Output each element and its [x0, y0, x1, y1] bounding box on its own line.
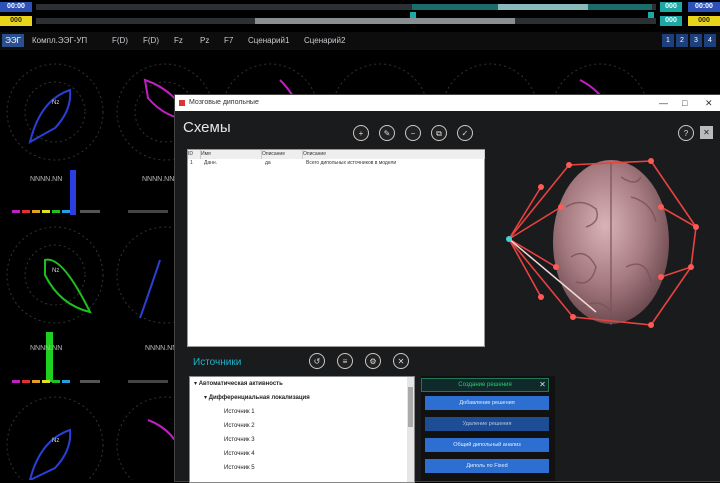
timeline-selection-2[interactable]: [255, 18, 515, 24]
delete-solution-button[interactable]: Удаление решения: [425, 417, 549, 431]
app-icon: [179, 100, 185, 106]
window-control-3[interactable]: 3: [690, 34, 702, 47]
reference-electrode: [506, 236, 512, 242]
tab-fd-1[interactable]: F(D): [112, 35, 128, 47]
value-label-1: NNNN.NN: [30, 176, 63, 183]
back-icon[interactable]: ↺: [309, 353, 325, 369]
sample-start-tag: 000: [0, 16, 32, 26]
tab-fz[interactable]: Fz: [174, 35, 183, 47]
dialog-heading: Схемы: [183, 119, 231, 136]
close-window-button[interactable]: ✕: [705, 95, 713, 111]
table-cell: да: [265, 160, 271, 166]
table-cell: 1: [190, 160, 193, 166]
tree-node-group[interactable]: ▾ Дифференциальная локализация: [204, 394, 310, 402]
dipole-dialog: Мозговые дипольные — □ ✕ Схемы + ✎ − ⧉ ✓…: [174, 94, 720, 483]
mid-tag-1: 000: [660, 2, 682, 12]
indicator-bar-blue: [70, 170, 76, 215]
table-header-name[interactable]: Имя: [201, 150, 262, 159]
settings-icon[interactable]: ⚙: [365, 353, 381, 369]
list-icon[interactable]: ≡: [337, 353, 353, 369]
help-icon[interactable]: ?: [678, 125, 694, 141]
table-cell: Всего дипольных источников в модели: [306, 160, 397, 166]
tree-scrollbar[interactable]: [407, 377, 414, 482]
color-scale-strip-2: [12, 380, 168, 383]
tab-fd-2[interactable]: F(D): [143, 35, 159, 47]
window-control-2[interactable]: 2: [676, 34, 688, 47]
polar-shape-4: [139, 259, 161, 319]
table-header-description[interactable]: Описание: [303, 150, 485, 159]
tree-node-source-5[interactable]: Источник 5: [224, 464, 255, 472]
tab-f7[interactable]: F7: [224, 35, 233, 47]
tab-pz[interactable]: Pz: [200, 35, 209, 47]
sample-end-tag: 000: [688, 16, 720, 26]
tab-scenario-2[interactable]: Сценарий2: [304, 35, 345, 47]
general-dipole-analysis-button[interactable]: Общий дипольный анализ: [425, 438, 549, 452]
edit-icon[interactable]: ✎: [379, 125, 395, 141]
table-header-flag[interactable]: Описание: [262, 150, 303, 159]
timeline-marker-left[interactable]: [410, 12, 416, 18]
minus-icon[interactable]: −: [405, 125, 421, 141]
time-end-tag: 00:00: [688, 2, 720, 12]
window-control-1[interactable]: 1: [662, 34, 674, 47]
close-icon[interactable]: ✕: [700, 126, 713, 139]
table-cell: Данн.: [204, 160, 218, 166]
sources-tree: ▾ Автоматическая активность ▾ Дифференци…: [189, 376, 415, 483]
add-icon[interactable]: +: [353, 125, 369, 141]
center-marker-2: Nz: [52, 268, 60, 274]
tree-node-source-4[interactable]: Источник 4: [224, 450, 255, 458]
indicator-bar-green: [46, 332, 53, 382]
value-label-2: NNNN.NN: [142, 176, 175, 183]
time-start-tag: 00:00: [0, 2, 32, 12]
schemes-table: ID Имя Описание Описание 1 Данн. да Всег…: [187, 149, 485, 347]
center-marker-3: Nz: [52, 438, 60, 444]
polar-shape-1: [28, 88, 72, 144]
sources-heading: Источники: [193, 357, 242, 368]
tab-scenario-1[interactable]: Сценарий1: [248, 35, 289, 47]
check-icon[interactable]: ✓: [457, 125, 473, 141]
mid-tag-2: 000: [660, 16, 682, 26]
tree-node-source-2[interactable]: Источник 2: [224, 422, 255, 430]
tree-node-root[interactable]: ▾ Автоматическая активность: [194, 380, 283, 388]
solution-panel-heading: Создание решения: [421, 378, 549, 392]
value-label-4: NNNN.NN: [145, 345, 178, 352]
minimize-button[interactable]: —: [659, 95, 668, 111]
tree-node-source-3[interactable]: Источник 3: [224, 436, 255, 444]
timeline-marker-right[interactable]: [648, 12, 654, 18]
clear-icon[interactable]: ✕: [393, 353, 409, 369]
timeline-highlight: [498, 4, 588, 10]
dialog-window-title: Мозговые дипольные: [189, 99, 259, 106]
copy-icon[interactable]: ⧉: [431, 125, 447, 141]
center-marker-1: Nz: [52, 100, 60, 106]
window-control-4[interactable]: 4: [704, 34, 716, 47]
polar-shape-5: [28, 428, 72, 480]
value-label-3: NNNN.NN: [30, 345, 63, 352]
mode-button[interactable]: ЭЭГ: [2, 34, 24, 47]
tree-node-source-1[interactable]: Источник 1: [224, 408, 255, 416]
tab-complex-eeg[interactable]: Компл.ЭЭГ-УП: [32, 35, 87, 47]
add-solution-button[interactable]: Добавление решения: [425, 396, 549, 410]
color-scale-strip-1: [12, 210, 168, 213]
fixed-dipole-button[interactable]: Диполь по Fixed: [425, 459, 549, 473]
table-header-id[interactable]: ID: [188, 150, 201, 159]
app-toolbar: ЭЭГ Компл.ЭЭГ-УП F(D) F(D) Fz Pz F7 Сцен…: [0, 32, 720, 50]
maximize-button[interactable]: □: [682, 95, 687, 111]
brain-3d-view[interactable]: [501, 147, 711, 337]
tree-scrollbar-thumb[interactable]: [408, 387, 413, 427]
polar-grid-1: [6, 63, 104, 161]
panel-close-icon[interactable]: ✕: [538, 380, 547, 389]
solution-panel: Создание решения ✕ Добавление решения Уд…: [421, 376, 555, 481]
dialog-titlebar[interactable]: Мозговые дипольные — □ ✕: [175, 95, 720, 111]
